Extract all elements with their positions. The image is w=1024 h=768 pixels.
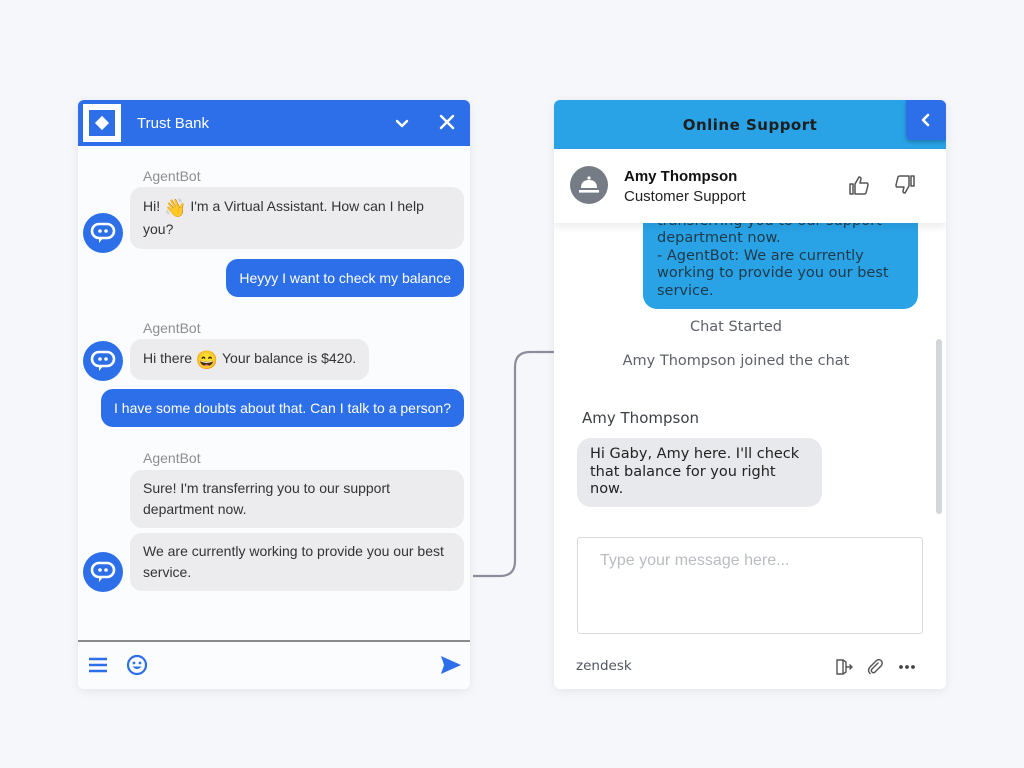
bot-avatar <box>83 552 123 592</box>
exit-icon <box>836 659 853 675</box>
system-message-agent-joined: Amy Thompson joined the chat <box>622 353 850 369</box>
bot-message: We are currently working to provide you … <box>130 533 464 591</box>
bank-footer-toolbar <box>78 640 470 689</box>
send-icon <box>441 656 461 674</box>
rate-bad-button[interactable] <box>894 174 916 196</box>
bot-avatar <box>83 341 123 381</box>
message-text: Your balance is $420. <box>221 350 357 366</box>
agent-name: Amy Thompson <box>624 168 738 185</box>
minimize-button[interactable] <box>392 113 412 133</box>
diamond-logo-icon <box>83 104 121 142</box>
support-title: Online Support <box>682 115 818 134</box>
paperclip-icon <box>867 658 883 675</box>
user-message: Heyyy I want to check my balance <box>226 259 464 297</box>
message-text: We are currently working to provide you … <box>143 543 444 580</box>
chat-bubble-icon <box>90 561 116 582</box>
zendesk-brand: zendesk <box>576 658 632 674</box>
agent-sender-label: Amy Thompson <box>582 409 699 427</box>
bank-title: Trust Bank <box>137 114 209 132</box>
more-dots-icon <box>899 665 915 669</box>
smiley-icon <box>126 654 148 676</box>
thumbs-down-icon <box>895 175 915 194</box>
sender-label: AgentBot <box>143 450 201 466</box>
support-header: Online Support <box>554 100 946 149</box>
agent-role: Customer Support <box>624 188 746 205</box>
end-chat-button[interactable] <box>835 658 853 676</box>
sender-label: AgentBot <box>143 168 201 184</box>
collapse-button[interactable] <box>906 100 946 140</box>
close-button[interactable] <box>436 111 458 133</box>
bot-message: Sure! I'm transferring you to our suppor… <box>130 470 464 528</box>
scrollbar[interactable] <box>936 339 942 514</box>
system-message-chat-started: Chat Started <box>689 319 783 335</box>
bot-message: Hi! 👋 I'm a Virtual Assistant. How can I… <box>130 187 464 249</box>
message-input[interactable] <box>577 537 923 634</box>
grinning-face-emoji: 😄 <box>195 350 219 370</box>
chat-bubble-icon <box>90 222 116 243</box>
bank-message-list: AgentBot Hi! 👋 I'm a Virtual Assistant. … <box>78 146 470 640</box>
support-message-list: - AgentBot: Sure! I'm transferring you t… <box>554 223 946 520</box>
attach-file-button[interactable] <box>866 658 884 676</box>
rate-good-button[interactable] <box>848 174 870 196</box>
close-icon <box>439 114 455 130</box>
agent-avatar <box>570 166 608 204</box>
menu-button[interactable] <box>88 656 108 674</box>
trust-bank-chat-widget: Trust Bank AgentBot Hi! 👋 I'm a Virtual … <box>78 100 470 689</box>
thumbs-up-icon <box>849 176 869 195</box>
bot-message: Hi there 😄 Your balance is $420. <box>130 339 370 380</box>
bot-transcript-message: - AgentBot: Sure! I'm transferring you t… <box>643 223 918 309</box>
chevron-down-icon <box>395 119 409 128</box>
send-button[interactable] <box>440 655 462 675</box>
message-prefix: Hi! <box>143 198 161 214</box>
message-text: Sure! I'm transferring you to our suppor… <box>143 480 391 517</box>
hamburger-menu-icon <box>89 657 107 673</box>
agent-message: Hi Gaby, Amy here. I'll check that balan… <box>577 438 822 507</box>
message-prefix: Hi there <box>143 350 193 366</box>
more-options-button[interactable] <box>898 658 916 676</box>
online-support-widget: Online Support Amy Thompson Customer Sup… <box>554 100 946 689</box>
chat-bubble-icon <box>90 350 116 371</box>
emoji-button[interactable] <box>126 654 148 676</box>
waving-hand-emoji: 👋 <box>164 198 187 218</box>
bank-header: Trust Bank <box>78 100 470 146</box>
sender-label: AgentBot <box>143 320 201 336</box>
chevron-left-icon <box>921 113 930 127</box>
agent-info-bar: Amy Thompson Customer Support <box>554 149 946 223</box>
bot-avatar <box>83 213 123 253</box>
user-message: I have some doubts about that. Can I tal… <box>101 389 464 427</box>
service-bell-icon <box>579 176 599 193</box>
